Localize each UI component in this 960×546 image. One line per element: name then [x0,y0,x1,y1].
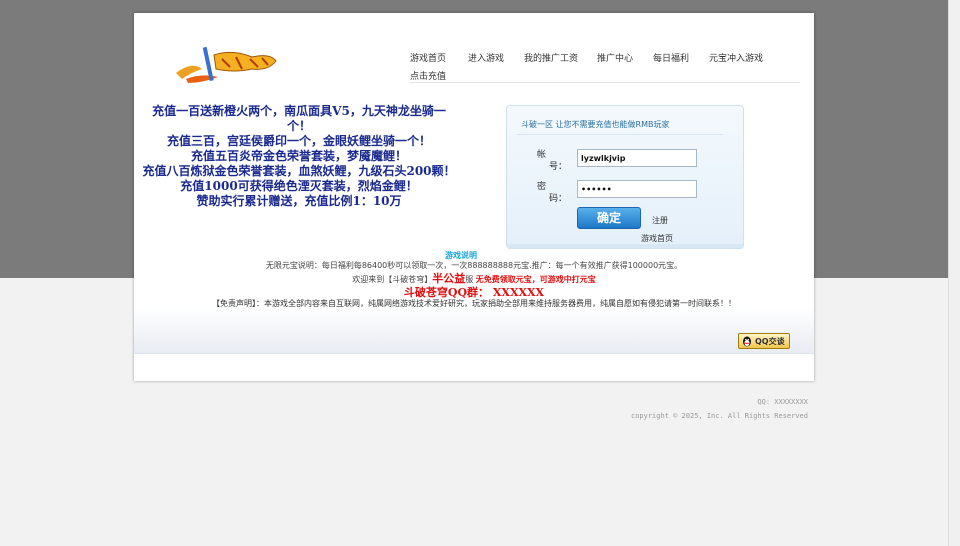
login-divider [517,134,723,135]
login-panel: 斗破一区 让您不需要充值也能做RMB玩家 帐 号： 密 码： 确定 注册 游戏首… [506,105,744,249]
welcome-notice: 无免费领取元宝，可游戏中打元宝 [475,275,596,284]
top-nav: 游戏首页 进入游戏 我的推广工资 推广中心 每日福利 元宝冲入游戏 点击充值 [410,51,800,83]
nav-item-my-promo-salary[interactable]: 我的推广工资 [524,51,578,64]
login-submit-button[interactable]: 确定 [577,207,641,229]
account-label-suffix: 号： [549,162,568,172]
disclaimer: 【免责声明】：本游戏全部内容来自互联网，纯属网络游戏技术爱好研究，玩家捐助全部用… [212,299,736,308]
promo-line: 充值一百送新橙火两个，南瓜面具V5，九天神龙坐骑一个！ [152,104,446,133]
nav-item-game-home[interactable]: 游戏首页 [410,51,446,64]
card-bottom-band [134,353,814,381]
promo-line: 充值三百，宫廷侯爵印一个，金眼妖鲤坐骑一个！ [166,134,431,148]
login-title: 斗破一区 让您不需要充值也能做RMB玩家 [521,120,670,129]
account-label: 帐 [537,150,547,160]
promo-line: 充值五百炎帝金色荣誉套装，梦魇魔鲤！ [190,149,407,163]
password-label: 密 [537,182,547,192]
promo-text: 充值一百送新橙火两个，南瓜面具V5，九天神龙坐骑一个！ 充值三百，宫廷侯爵印一个… [134,104,464,209]
card-bottom-gradient [134,307,814,353]
login-bottom-bar [507,244,743,248]
footer-qq: QQ: XXXXXXXX [757,398,808,406]
register-link[interactable]: 注册 [652,215,668,226]
game-logo [176,46,277,83]
game-home-link[interactable]: 游戏首页 [641,233,673,244]
account-input[interactable] [577,149,697,167]
promo-line: 赞助实行累计赠送，充值比例1：10万 [196,194,402,208]
promo-line: 充值八百炼狱金色荣誉套装，血煞妖鲤，九级石头200颗！ [142,164,456,178]
nav-item-enter-game[interactable]: 进入游戏 [468,51,504,64]
main-card: 游戏首页 进入游戏 我的推广工资 推广中心 每日福利 元宝冲入游戏 点击充值 充… [134,13,814,381]
nav-item-daily-benefit[interactable]: 每日福利 [653,51,689,64]
promo-line: 充值1000可获得绝色湮灭套装，烈焰金鲤！ [180,179,418,193]
qq-chat-label: QQ交谈 [755,336,785,346]
footer-copyright: copyright © 2025, Inc. All Rights Reserv… [630,412,808,420]
qq-chat-button[interactable]: QQ交谈 [738,333,790,349]
password-input[interactable] [577,180,697,198]
welcome-server: 服 [465,275,474,284]
welcome-prefix: 欢迎来到【斗破苍穹】 [352,275,433,284]
qq-penguin-icon [743,336,751,346]
nav-item-click-recharge[interactable]: 点击充值 [410,69,446,82]
nav-item-yuanbao-recharge[interactable]: 元宝冲入游戏 [709,51,763,64]
page-scrollbar[interactable] [948,0,960,546]
password-label-suffix: 码： [549,194,568,204]
nav-item-promo-center[interactable]: 推广中心 [597,51,633,64]
